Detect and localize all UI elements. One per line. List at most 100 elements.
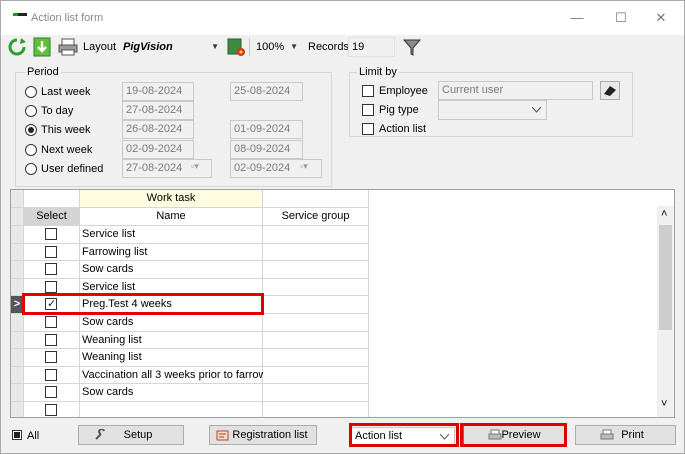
employee-field[interactable]: Current user xyxy=(438,81,593,100)
group-header-work-task: Work task xyxy=(80,190,263,208)
period-radio[interactable] xyxy=(25,124,37,136)
period-from-date: 19-08-2024 xyxy=(122,82,194,101)
action-list-label: Action list xyxy=(379,123,427,135)
row-select-checkbox[interactable] xyxy=(45,246,57,258)
column-header-name[interactable]: Name xyxy=(80,208,263,226)
row-indicator[interactable] xyxy=(11,367,24,384)
calendar-dropdown-icon[interactable]: ▫▾ xyxy=(300,161,308,172)
row-service-group-cell[interactable] xyxy=(263,367,369,384)
row-name-cell[interactable] xyxy=(80,402,263,417)
row-name-cell[interactable]: Preg.Test 4 weeks xyxy=(80,296,263,314)
row-name-cell[interactable]: Sow cards xyxy=(80,314,263,332)
row-indicator[interactable] xyxy=(11,314,24,332)
layout-value: PigVision xyxy=(123,41,173,53)
minimize-button[interactable]: — xyxy=(567,9,587,27)
layout-select[interactable]: PigVision ▼ xyxy=(119,37,223,57)
printer-icon[interactable] xyxy=(58,37,78,57)
row-service-group-cell[interactable] xyxy=(263,261,369,279)
row-service-group-cell[interactable] xyxy=(263,349,369,367)
row-indicator[interactable] xyxy=(11,244,24,261)
row-name-cell[interactable]: Service list xyxy=(80,279,263,296)
setup-button[interactable]: Setup xyxy=(78,425,184,445)
row-select-checkbox[interactable] xyxy=(45,334,57,346)
row-indicator[interactable] xyxy=(11,349,24,367)
filter-icon[interactable] xyxy=(402,37,422,57)
column-header-service-group[interactable]: Service group xyxy=(263,208,369,226)
row-select-checkbox[interactable] xyxy=(45,351,57,363)
period-title: Period xyxy=(25,66,61,78)
row-select-cell xyxy=(24,261,80,279)
row-service-group-cell[interactable] xyxy=(263,314,369,332)
print-button[interactable]: Print xyxy=(575,425,676,445)
all-label: All xyxy=(27,430,40,442)
refresh-icon[interactable] xyxy=(7,37,27,57)
row-service-group-cell[interactable] xyxy=(263,244,369,261)
layout-settings-icon[interactable] xyxy=(226,37,246,57)
row-service-group-cell[interactable] xyxy=(263,296,369,314)
period-to-date[interactable]: 02-09-2024 xyxy=(230,159,322,178)
period-radio[interactable] xyxy=(25,144,37,156)
row-indicator[interactable] xyxy=(11,384,24,402)
period-to-date: 25-08-2024 xyxy=(230,82,303,101)
close-button[interactable]: ✕ xyxy=(651,9,671,27)
row-indicator[interactable] xyxy=(11,226,24,244)
row-select-checkbox[interactable] xyxy=(45,316,57,328)
list-type-select[interactable]: Action list xyxy=(351,427,455,445)
toolbar-separator xyxy=(249,38,250,56)
row-select-checkbox[interactable] xyxy=(45,228,57,240)
download-icon[interactable] xyxy=(33,37,51,57)
row-select-checkbox[interactable] xyxy=(45,281,57,293)
row-indicator[interactable] xyxy=(11,332,24,349)
employee-checkbox[interactable] xyxy=(362,85,374,97)
row-select-cell xyxy=(24,279,80,296)
row-name-cell[interactable]: Weaning list xyxy=(80,349,263,367)
row-service-group-cell[interactable] xyxy=(263,279,369,296)
vertical-scrollbar[interactable]: ˄ ˅ xyxy=(657,206,674,417)
calendar-dropdown-icon[interactable]: ▫▾ xyxy=(191,161,199,172)
scroll-down-icon[interactable]: ˅ xyxy=(661,398,667,410)
row-name-cell[interactable]: Weaning list xyxy=(80,332,263,349)
row-name-cell[interactable]: Sow cards xyxy=(80,384,263,402)
row-service-group-cell[interactable] xyxy=(263,226,369,244)
period-option-label: This week xyxy=(41,124,91,136)
row-select-cell xyxy=(24,296,80,314)
print-printer-icon xyxy=(600,429,614,440)
all-checkbox[interactable] xyxy=(12,430,22,440)
row-indicator[interactable] xyxy=(11,279,24,296)
period-radio[interactable] xyxy=(25,105,37,117)
period-radio[interactable] xyxy=(25,86,37,98)
scroll-up-icon[interactable]: ˄ xyxy=(661,208,667,220)
row-select-checkbox[interactable] xyxy=(45,263,57,275)
preview-button[interactable]: Preview xyxy=(463,425,565,445)
row-indicator[interactable]: > xyxy=(11,296,24,314)
registration-icon xyxy=(216,430,229,441)
row-select-checkbox[interactable] xyxy=(45,369,57,381)
column-header-select[interactable]: Select xyxy=(24,208,80,226)
row-indicator[interactable] xyxy=(11,261,24,279)
row-indicator[interactable] xyxy=(11,402,24,417)
row-service-group-cell[interactable] xyxy=(263,332,369,349)
scrollbar-thumb[interactable] xyxy=(659,225,672,330)
row-select-checkbox[interactable] xyxy=(45,404,57,416)
row-select-checkbox[interactable] xyxy=(45,296,57,313)
employee-picker-button[interactable] xyxy=(600,81,620,100)
action-list-checkbox[interactable] xyxy=(362,123,374,135)
row-service-group-cell[interactable] xyxy=(263,384,369,402)
period-option-label: To day xyxy=(41,105,74,117)
period-to-date: 01-09-2024 xyxy=(230,120,303,139)
maximize-button[interactable]: ☐ xyxy=(611,9,631,27)
row-select-checkbox[interactable] xyxy=(45,386,57,398)
period-radio[interactable] xyxy=(25,163,37,175)
row-name-cell[interactable]: Farrowing list xyxy=(80,244,263,261)
row-name-cell[interactable]: Sow cards xyxy=(80,261,263,279)
registration-list-button[interactable]: Registration list xyxy=(209,425,317,445)
zoom-select[interactable]: 100% ▼ xyxy=(252,37,302,57)
row-name-cell[interactable]: Service list xyxy=(80,226,263,244)
window-title: Action list form xyxy=(31,12,104,24)
row-service-group-cell[interactable] xyxy=(263,402,369,417)
row-name-cell[interactable]: Vaccination all 3 weeks prior to farrow xyxy=(80,367,266,384)
pig-type-select[interactable] xyxy=(438,100,547,120)
row-header-corner xyxy=(11,190,24,208)
row-select-cell xyxy=(24,244,80,261)
pig-type-checkbox[interactable] xyxy=(362,104,374,116)
